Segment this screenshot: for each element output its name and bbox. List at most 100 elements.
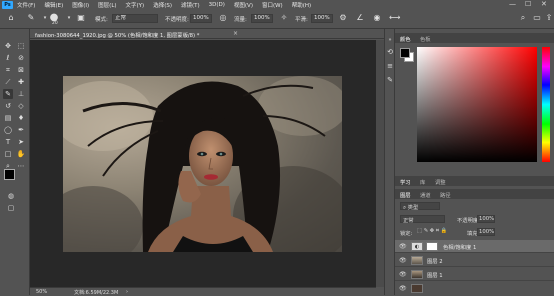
tab-libraries[interactable]: 库 xyxy=(420,178,425,186)
chevron-right-icon[interactable]: › xyxy=(126,289,128,295)
close-icon[interactable]: × xyxy=(233,30,238,37)
menu-view[interactable]: 视图(V) xyxy=(234,1,253,9)
rectangle-icon[interactable]: □ xyxy=(3,149,13,159)
minimize-button[interactable]: — xyxy=(509,0,516,8)
color-picker-field[interactable] xyxy=(417,47,537,162)
kind-filter-select[interactable]: ⌕ 类型 xyxy=(400,202,440,211)
hue-slider[interactable] xyxy=(542,47,550,162)
angle-icon[interactable]: ∠ xyxy=(355,13,365,23)
menu-type[interactable]: 文字(Y) xyxy=(126,1,145,9)
menu-file[interactable]: 文件(F) xyxy=(17,1,35,9)
blend-mode-select[interactable]: 正常 xyxy=(400,215,445,224)
document-tab[interactable]: fashion-3080644_1920.jpg @ 50% (色相/饱和度 1… xyxy=(30,29,384,39)
workspace-icon[interactable]: ▭ xyxy=(532,13,542,23)
brush-preset-icon[interactable]: ✎ xyxy=(26,13,36,23)
gradient-icon[interactable]: ▤ xyxy=(3,113,13,123)
tab-adjustments[interactable]: 调整 xyxy=(435,178,446,186)
brush-panel-icon[interactable]: ✎ xyxy=(385,75,395,85)
status-bar: 50% 文档:6.59M/22.3M › xyxy=(30,287,376,296)
layer-name[interactable]: 色相/饱和度 1 xyxy=(443,243,476,251)
mask-thumbnail[interactable] xyxy=(426,242,438,251)
eye-icon[interactable]: 👁 xyxy=(399,285,407,292)
mode-select[interactable]: 正常 xyxy=(112,14,158,23)
move-icon[interactable]: ✥ xyxy=(3,41,13,51)
tab-layers[interactable]: 图层 xyxy=(400,191,411,199)
flow-field[interactable]: 100% xyxy=(251,14,273,23)
marquee-icon[interactable]: ⬚ xyxy=(16,41,26,51)
fill-field[interactable]: 100% xyxy=(477,228,495,236)
spot-heal-icon[interactable]: ✚ xyxy=(16,77,26,87)
airbrush-icon[interactable]: ✧ xyxy=(279,13,289,23)
tab-color[interactable]: 颜色 xyxy=(400,35,411,43)
maximize-button[interactable]: ☐ xyxy=(525,0,531,8)
lock-pixels-icon[interactable]: ⬚ ✎ ✥ ⌗ 🔒 xyxy=(417,228,447,235)
menu-filter[interactable]: 滤镜(T) xyxy=(181,1,200,9)
tab-learn[interactable]: 学习 xyxy=(400,178,411,186)
smoothing-label: 平滑: xyxy=(295,17,308,23)
opacity-field[interactable]: 100% xyxy=(190,14,212,23)
layer-row[interactable]: 👁 图层 2 xyxy=(395,254,554,267)
layer-name[interactable]: 图层 2 xyxy=(427,257,443,265)
menu-3d[interactable]: 3D(D) xyxy=(209,2,225,8)
eye-icon[interactable]: 👁 xyxy=(399,257,407,264)
menu-edit[interactable]: 编辑(E) xyxy=(44,1,63,9)
blur-icon[interactable]: ♦ xyxy=(16,113,26,123)
layer-opacity-field[interactable]: 100% xyxy=(477,215,495,223)
photoshop-logo: Ps xyxy=(2,0,13,9)
tab-swatches[interactable]: 色板 xyxy=(420,35,431,43)
zoom-level[interactable]: 50% xyxy=(36,289,47,295)
layer-name[interactable]: 图层 1 xyxy=(427,271,443,279)
quick-mask-icon[interactable]: ◍ xyxy=(6,191,16,201)
menu-layer[interactable]: 图层(L) xyxy=(98,1,116,9)
brush-icon[interactable]: ✎ xyxy=(3,89,13,99)
layer-thumbnail xyxy=(411,256,423,265)
hand-icon[interactable]: ✋ xyxy=(16,149,26,159)
close-window-button[interactable]: ✕ xyxy=(541,0,547,8)
pen-icon[interactable]: ✒ xyxy=(16,125,26,135)
lasso-icon[interactable]: ℓ xyxy=(3,53,13,63)
history-icon[interactable]: ⟲ xyxy=(385,47,395,57)
type-icon[interactable]: T xyxy=(3,137,13,147)
learn-panel-tabs: 学习 库 调整 xyxy=(395,176,554,186)
tab-paths[interactable]: 路径 xyxy=(440,191,451,199)
history-brush-icon[interactable]: ↺ xyxy=(3,101,13,111)
more-icon[interactable]: ⋯ xyxy=(16,161,26,171)
tab-channels[interactable]: 通道 xyxy=(420,191,431,199)
layer-row[interactable]: 👁 图层 1 xyxy=(395,268,554,281)
pressure-size-icon[interactable]: ◉ xyxy=(372,13,382,23)
stamp-icon[interactable]: ⊥ xyxy=(16,89,26,99)
eye-icon[interactable]: 👁 xyxy=(399,271,407,278)
layer-row[interactable]: 👁 xyxy=(395,282,554,295)
share-icon[interactable]: ⇪ xyxy=(544,13,554,23)
menu-window[interactable]: 窗口(W) xyxy=(262,1,283,9)
brush-size-value: 20 xyxy=(52,21,58,26)
menu-help[interactable]: 帮助(H) xyxy=(292,1,311,9)
dodge-icon[interactable]: ◯ xyxy=(3,125,13,135)
eye-icon[interactable]: 👁 xyxy=(399,243,407,250)
menu-select[interactable]: 选择(S) xyxy=(153,1,172,9)
foreground-color-swatch[interactable] xyxy=(4,169,15,180)
menu-image[interactable]: 图像(I) xyxy=(72,1,89,9)
canvas-area[interactable] xyxy=(30,40,376,287)
gear-icon[interactable]: ⚙ xyxy=(338,13,348,23)
crop-icon[interactable]: ⌗ xyxy=(3,65,13,75)
photo-canvas[interactable] xyxy=(63,76,342,252)
layer-row[interactable]: 👁 ◐ 色相/饱和度 1 xyxy=(395,240,554,253)
frame-icon[interactable]: ⊠ xyxy=(16,65,26,75)
smoothing-field[interactable]: 100% xyxy=(311,14,333,23)
search-icon[interactable]: ⌕ xyxy=(518,13,528,23)
symmetry-icon[interactable]: ⟷ xyxy=(389,13,400,23)
properties-icon[interactable]: ≡ xyxy=(385,61,395,71)
brush-settings-icon[interactable]: ▣ xyxy=(76,13,86,23)
home-icon[interactable]: ⌂ xyxy=(6,13,16,23)
screen-mode-icon[interactable]: ▢ xyxy=(6,203,16,213)
quick-select-icon[interactable]: ⊘ xyxy=(16,53,26,63)
eraser-icon[interactable]: ◇ xyxy=(16,101,26,111)
vertical-scrollbar[interactable] xyxy=(376,40,384,287)
chevron-down-icon[interactable]: ▾ xyxy=(64,13,74,23)
collapse-icon[interactable]: » xyxy=(385,35,395,45)
eyedropper-icon[interactable]: ⟋ xyxy=(3,77,13,87)
path-select-icon[interactable]: ➤ xyxy=(16,137,26,147)
pressure-opacity-icon[interactable]: ◎ xyxy=(218,13,228,23)
color-panel-foreground[interactable] xyxy=(400,48,410,58)
